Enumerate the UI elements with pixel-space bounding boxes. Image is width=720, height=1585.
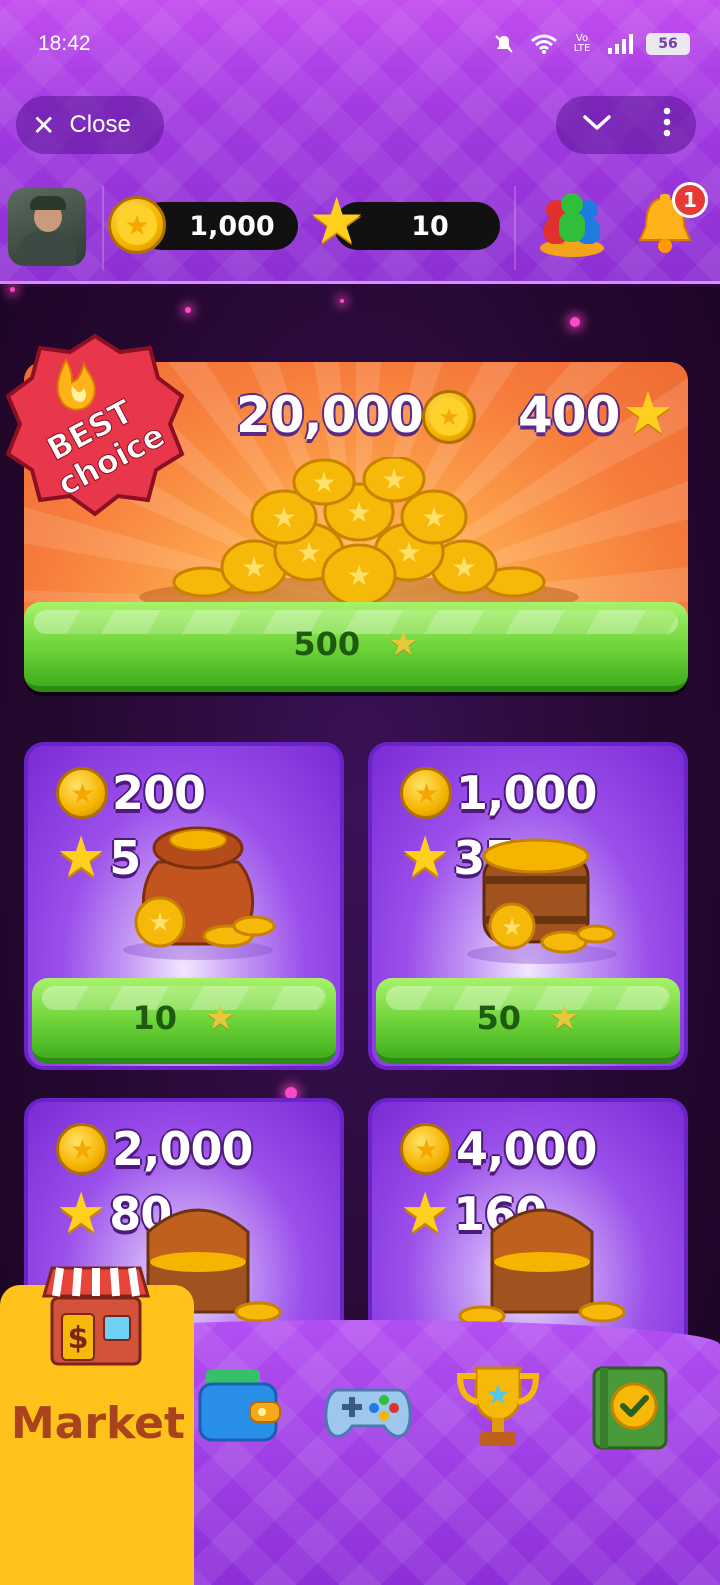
star-icon: ★ xyxy=(400,1181,450,1246)
close-icon: ✕ xyxy=(32,109,56,141)
buy-pack-button[interactable]: 50 ★ xyxy=(376,978,680,1064)
nav-market-label: Market xyxy=(10,1398,186,1449)
svg-text:★: ★ xyxy=(346,496,371,529)
wifi-icon xyxy=(530,32,558,56)
coin-pack-card[interactable]: ★ 4,000 ★ 160 xyxy=(368,1098,688,1358)
coin-icon: ★ xyxy=(56,1123,108,1175)
volte-icon: Vo LTE xyxy=(573,33,591,54)
coin-pack-card[interactable]: ★ 200 ★ 5 ★ 10 ★ xyxy=(24,742,344,1070)
svg-text:★: ★ xyxy=(396,536,421,569)
coin-barrel-icon: ★ xyxy=(467,838,617,964)
coin-pile-icon: ★ ★★ ★★★ ★★★ ★ xyxy=(139,457,579,607)
status-icons: Vo LTE 56 xyxy=(490,32,690,56)
star-icon: ★ xyxy=(56,1181,106,1246)
coin-bag-icon: ★ xyxy=(123,826,276,960)
best-offer-stars: 400 xyxy=(518,386,620,444)
more-options-icon[interactable] xyxy=(663,107,671,144)
star-icon: ★ xyxy=(622,379,674,447)
mute-icon xyxy=(490,32,518,56)
svg-text:★: ★ xyxy=(501,913,523,941)
svg-text:★: ★ xyxy=(241,551,266,584)
coin-icon: ★ xyxy=(400,767,452,819)
coin-icon: ★ xyxy=(400,1123,452,1175)
star-icon: ★ xyxy=(400,825,450,890)
divider xyxy=(514,186,516,270)
svg-text:★: ★ xyxy=(485,1378,510,1411)
price-label: 500 xyxy=(293,625,361,663)
star-icon: ★ xyxy=(549,998,580,1038)
gamepad-icon[interactable] xyxy=(322,1360,414,1452)
coin-icon: ★ xyxy=(56,767,108,819)
task-book-icon[interactable] xyxy=(584,1360,676,1452)
coin-icon: ★ xyxy=(422,390,476,444)
coin-pack-card[interactable]: ★ 1,000 ★ 35 ★ 50 ★ xyxy=(368,742,688,1070)
pack-coins: 4,000 xyxy=(456,1122,598,1176)
svg-text:★: ★ xyxy=(148,908,171,938)
best-offer-coins: 20,000 xyxy=(236,386,424,444)
wallet-icon[interactable] xyxy=(192,1360,284,1452)
buy-best-offer-button[interactable]: 500 ★ xyxy=(24,602,688,692)
treasure-chest-icon xyxy=(458,1208,626,1327)
close-label: Close xyxy=(69,111,131,138)
best-choice-badge: BEST choice xyxy=(5,333,185,517)
svg-text:★: ★ xyxy=(296,536,321,569)
friends-icon[interactable] xyxy=(536,190,608,258)
star-icon: ★ xyxy=(56,825,106,890)
pack-coins: 1,000 xyxy=(456,766,598,820)
coin-balance-value: 1,000 xyxy=(189,210,275,242)
svg-text:★: ★ xyxy=(346,559,371,592)
svg-text:$: $ xyxy=(68,1321,89,1356)
avatar[interactable] xyxy=(8,188,86,266)
market-icon[interactable]: $ xyxy=(38,1258,154,1368)
svg-text:★: ★ xyxy=(271,501,296,534)
notification-badge: 1 xyxy=(672,182,708,218)
star-icon: ★ xyxy=(308,185,366,259)
star-balance-value: 10 xyxy=(411,210,449,242)
status-bar: 18:42 Vo LTE 56 xyxy=(0,28,720,64)
signal-icon xyxy=(606,32,634,56)
svg-text:★: ★ xyxy=(451,551,476,584)
close-button[interactable]: ✕ Close xyxy=(16,96,164,154)
svg-text:★: ★ xyxy=(421,501,446,534)
pack-coins: 2,000 xyxy=(112,1122,254,1176)
window-controls xyxy=(556,96,696,154)
battery-icon: 56 xyxy=(646,33,690,55)
svg-text:★: ★ xyxy=(311,466,336,499)
price-label: 10 xyxy=(132,999,178,1037)
trophy-icon[interactable]: ★ xyxy=(452,1360,544,1452)
divider xyxy=(102,186,104,270)
star-icon: ★ xyxy=(388,624,419,664)
buy-pack-button[interactable]: 10 ★ xyxy=(32,978,336,1064)
chevron-down-icon[interactable] xyxy=(582,110,612,140)
coin-icon: ★ xyxy=(108,196,166,254)
svg-text:★: ★ xyxy=(381,463,406,496)
star-icon: ★ xyxy=(205,998,236,1038)
status-time: 18:42 xyxy=(38,32,91,55)
price-label: 50 xyxy=(476,999,522,1037)
